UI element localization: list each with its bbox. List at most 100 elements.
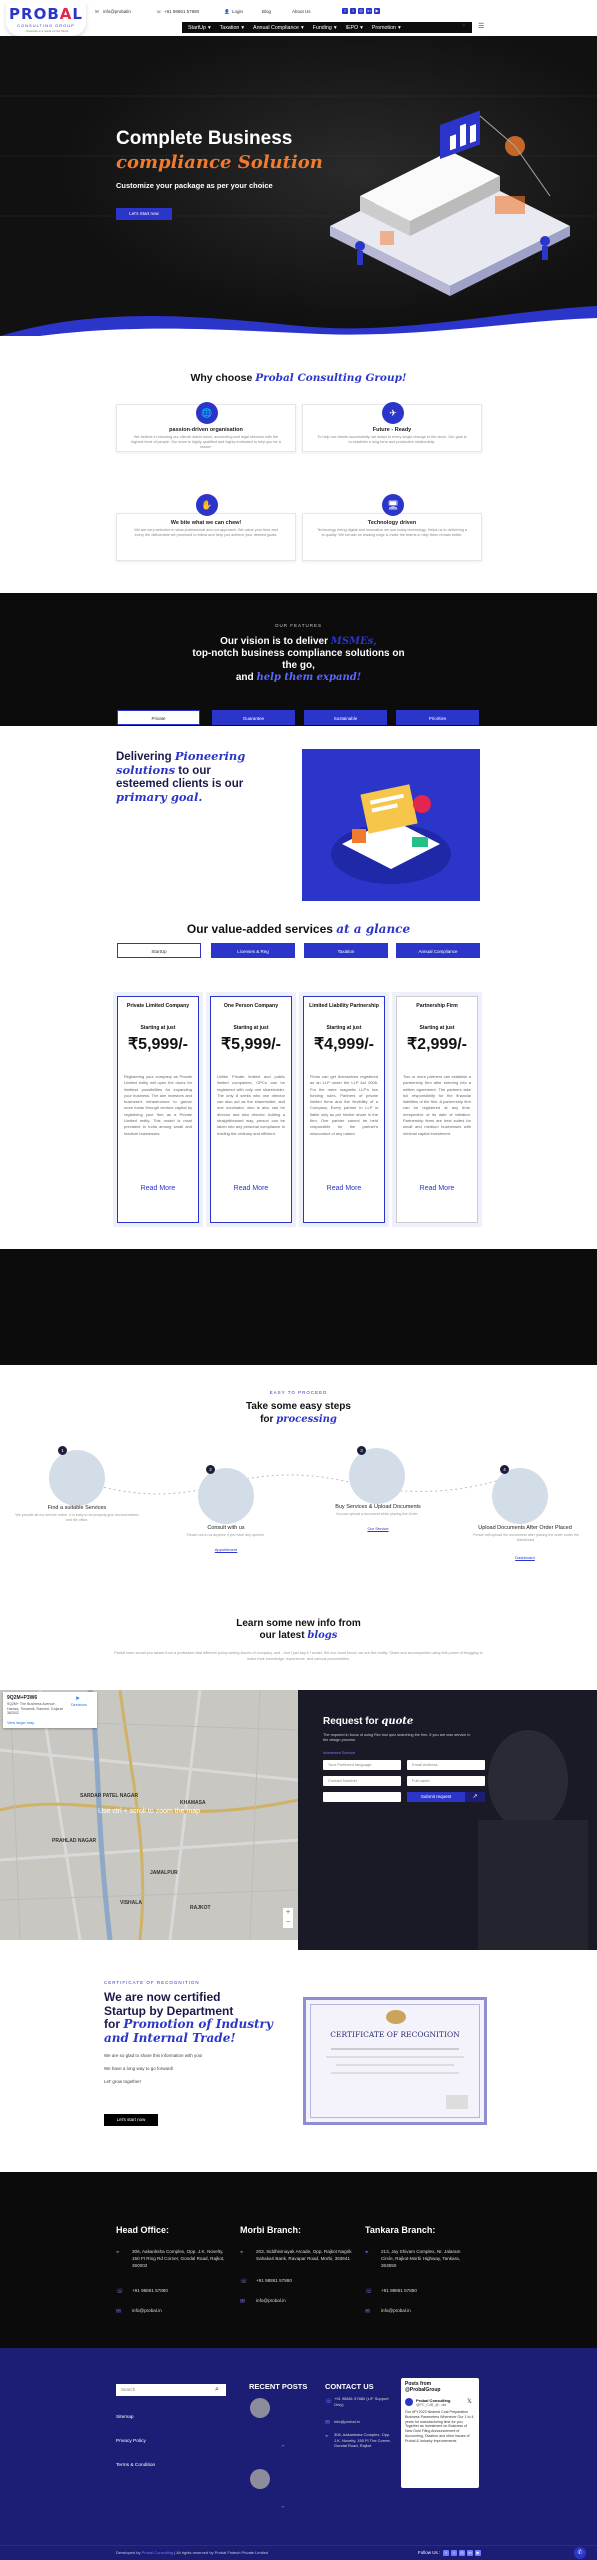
tab-taxation[interactable]: Taxation xyxy=(304,943,388,958)
features-heading: Our vision is to deliver MSMEs, top-notc… xyxy=(192,636,405,683)
why-card: ✈ Future - Ready To help our clients suc… xyxy=(302,402,482,452)
plan-starting: Starting at just xyxy=(233,1025,269,1031)
privacy-policy-link[interactable]: Privacy Policy xyxy=(116,2439,146,2444)
facebook-icon[interactable]: f xyxy=(342,8,348,14)
branch-email[interactable]: info@probal.in xyxy=(381,2307,411,2314)
tab-licenses[interactable]: Licenses & Reg xyxy=(211,943,295,958)
header-phone[interactable]: +91 98861 57880 xyxy=(164,9,199,14)
twitter-widget[interactable]: Posts from @ProbalGroup Probal Consultin… xyxy=(401,2378,479,2488)
tab-annual-compliance[interactable]: Annual Compliance xyxy=(396,943,480,958)
message-field[interactable] xyxy=(323,1792,401,1802)
about-link[interactable]: About Us xyxy=(292,9,311,14)
view-larger-map-link[interactable]: View larger map xyxy=(7,1721,34,1725)
directions-link[interactable]: Directions xyxy=(71,1703,87,1707)
contact-phone[interactable]: +91 98861 57880 (L/F Support Only) xyxy=(334,2396,392,2407)
email-field[interactable]: Email Address xyxy=(407,1760,485,1770)
map-zoom-controls[interactable]: + − xyxy=(283,1908,293,1928)
why-card: ✋ We bite what we can chew! We are very … xyxy=(116,494,296,561)
menu-icon[interactable]: ☰ xyxy=(478,22,484,30)
branch-address: 306, Aakanksha Complex, Opp. J.K. Novelt… xyxy=(132,2249,225,2268)
hero-title: Complete Business xyxy=(116,128,293,149)
linkedin-icon[interactable]: in xyxy=(366,8,372,14)
phone-icon: ☏ xyxy=(240,2279,248,2285)
avatar xyxy=(405,2398,413,2406)
read-more-link[interactable]: Read More xyxy=(211,1185,291,1192)
why-card: 🖥 Technology driven Technology being dig… xyxy=(302,494,482,561)
mail-icon: ✉ xyxy=(325,2420,331,2426)
twitter-icon[interactable]: t xyxy=(350,8,356,14)
branch-address: 213, Jay Shivam Complex, Nr. Jalaram Cir… xyxy=(381,2249,461,2268)
quote-title: Request for quote xyxy=(323,1716,414,1727)
phone-icon: ☏ xyxy=(365,2289,373,2295)
search-icon[interactable]: ⌕ xyxy=(462,22,466,30)
tab-guarantee[interactable]: Guarantee xyxy=(212,710,295,725)
nav-iepo[interactable]: IEPO xyxy=(345,25,358,31)
read-more-link[interactable]: Read More xyxy=(397,1185,477,1192)
plan-starting: Starting at just xyxy=(326,1025,362,1031)
nav-promotion[interactable]: Promotion xyxy=(372,25,396,31)
chat-icon[interactable]: ✆ xyxy=(574,2547,586,2559)
footer-search-input[interactable]: Search xyxy=(116,2384,226,2396)
emblem-icon xyxy=(386,2010,406,2024)
youtube-icon[interactable]: ▶ xyxy=(374,8,380,14)
login-link[interactable]: Login xyxy=(232,9,243,14)
quote-text: The required in focus of using Rev tool … xyxy=(323,1733,471,1742)
post-thumbnail[interactable] xyxy=(250,2469,270,2489)
phone-icon: ☏ xyxy=(156,9,162,14)
tab-sustainable[interactable]: Sustainable xyxy=(304,710,387,725)
step-number: 2 xyxy=(206,1465,215,1474)
chevron-up-icon[interactable]: ⌃ xyxy=(280,2505,286,2513)
instagram-icon[interactable]: ◎ xyxy=(459,2550,465,2556)
step-number: 4 xyxy=(500,1465,509,1474)
nav-annual-compliance[interactable]: Annual Compliance xyxy=(253,25,299,31)
dashboard-link[interactable]: Dashboard xyxy=(460,1555,590,1560)
appointment-link[interactable]: Appointment xyxy=(169,1547,283,1552)
quote-panel: Request for quote The required in focus … xyxy=(298,1690,597,1950)
full-name-field[interactable]: Full name xyxy=(407,1776,485,1786)
our-service-link[interactable]: Our Service xyxy=(318,1526,438,1531)
branch-phone[interactable]: +91 98861 57880 xyxy=(132,2287,168,2294)
read-more-link[interactable]: Read More xyxy=(118,1185,198,1192)
tab-private[interactable]: Private xyxy=(117,710,200,725)
branch-email[interactable]: info@probal.in xyxy=(132,2307,162,2314)
location-icon: ⌖ xyxy=(116,2250,120,2256)
tab-startup[interactable]: StartUp xyxy=(117,943,201,958)
instagram-icon[interactable]: ◎ xyxy=(358,8,364,14)
plan-description: Registering your company as Private Limi… xyxy=(124,1074,192,1136)
facebook-icon[interactable]: f xyxy=(443,2550,449,2556)
read-more-link[interactable]: Read More xyxy=(304,1185,384,1192)
cert-start-button[interactable]: Let's start now xyxy=(104,2114,158,2126)
main-nav: StartUp ▾ Taxation ▾ Annual Compliance ▾ Fu… xyxy=(182,22,472,33)
terms-link[interactable]: Terms & Condition xyxy=(116,2463,155,2468)
plan-name: Private Limited Company xyxy=(126,1003,190,1009)
search-icon[interactable]: ⌕ xyxy=(215,2386,219,2394)
nav-startup[interactable]: StartUp xyxy=(188,25,206,31)
language-select[interactable]: Your Preferred language xyxy=(323,1760,401,1770)
logo[interactable]: PROBAL CONSULTING GROUP ...Success is a … xyxy=(6,2,86,36)
tab-priorities[interactable]: Priorities xyxy=(396,710,479,725)
hero-cta-button[interactable]: Let's Start now xyxy=(116,208,172,220)
mail-icon: ✉ xyxy=(365,2309,371,2315)
plan-price: ₹5,999/- xyxy=(128,1036,188,1053)
sitemap-link[interactable]: Sitemap xyxy=(116,2415,134,2420)
contact-email[interactable]: info@probal.in xyxy=(334,2418,360,2425)
chevron-up-icon[interactable]: ⌃ xyxy=(280,2444,286,2452)
header-email[interactable]: info@probalin xyxy=(103,9,131,14)
twitter-icon[interactable]: t xyxy=(451,2550,457,2556)
nav-funding[interactable]: Funding xyxy=(313,25,332,31)
linkedin-icon[interactable]: in xyxy=(467,2550,473,2556)
blog-link[interactable]: Blog xyxy=(262,9,271,14)
directions-icon[interactable]: ➤ xyxy=(75,1695,80,1702)
branch-email[interactable]: info@probal.in xyxy=(256,2297,286,2304)
submit-request-button[interactable]: Submit request xyxy=(407,1792,465,1802)
contact-number-field[interactable]: Contact Number xyxy=(323,1776,401,1786)
post-thumbnail[interactable] xyxy=(250,2398,270,2418)
branch-address: 203, Siddhivinayak Arcade, Opp. Rajkot N… xyxy=(256,2249,352,2261)
map-label: VISHALA xyxy=(120,1900,142,1906)
branch-phone[interactable]: +91 98861 57880 xyxy=(381,2287,417,2294)
nav-taxation[interactable]: Taxation xyxy=(220,25,240,31)
arrow-icon[interactable]: ↗ xyxy=(465,1792,485,1802)
youtube-icon[interactable]: ▶ xyxy=(475,2550,481,2556)
steps-title: Take some easy steps for processing xyxy=(246,1401,351,1425)
branch-phone[interactable]: +91 98861 57880 xyxy=(256,2277,292,2284)
